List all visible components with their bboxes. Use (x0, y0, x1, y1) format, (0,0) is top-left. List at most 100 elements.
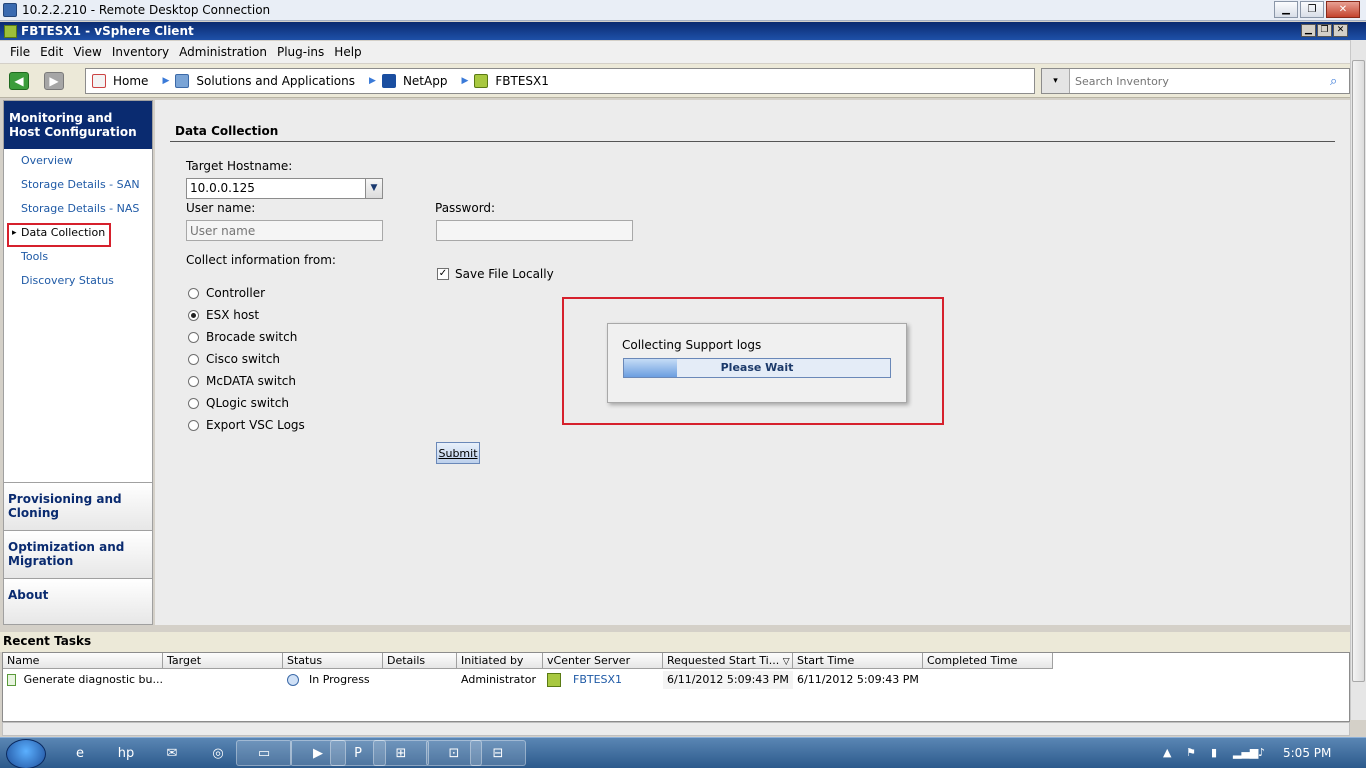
breadcrumb-home-label: Home (113, 74, 149, 88)
cell-target (163, 671, 283, 689)
radio-cisco-switch[interactable]: Cisco switch (188, 352, 280, 366)
section-about[interactable]: About (4, 578, 152, 624)
radio-controller-label: Controller (206, 286, 266, 300)
netapp-icon (381, 74, 396, 88)
vsphere-window-title: FBTESX1 - vSphere Client (21, 24, 194, 38)
search-scope-icon[interactable]: ▾ (1042, 69, 1070, 93)
mail-icon[interactable]: ✉ (152, 740, 192, 766)
network-icon[interactable]: ⊞ (373, 740, 429, 766)
cell-requested-start-time: 6/11/2012 5:09:43 PM (663, 671, 793, 689)
sidebar: Monitoring and Host Configuration Overvi… (3, 100, 153, 625)
vertical-scrollbar[interactable] (1350, 40, 1366, 720)
column-target[interactable]: Target (163, 653, 283, 669)
radio-controller[interactable]: Controller (188, 286, 265, 300)
submit-button[interactable]: Submit (436, 442, 480, 464)
collect-from-label: Collect information from: (186, 253, 336, 267)
cell-status: In Progress (283, 671, 383, 689)
hp-icon[interactable]: hp (106, 740, 146, 766)
sidebar-item-storage-san[interactable]: Storage Details - SAN (4, 173, 152, 197)
sidebar-item-storage-nas[interactable]: Storage Details - NAS (4, 197, 152, 221)
progress-dialog: Collecting Support logs Please Wait (607, 323, 907, 403)
column-requested-start-time[interactable]: Requested Start Ti... ▽ (663, 653, 793, 669)
close-button[interactable]: ✕ (1326, 1, 1360, 18)
breadcrumb-netapp[interactable]: NetApp (381, 74, 447, 88)
menu-administration[interactable]: Administration (179, 45, 267, 59)
breadcrumb-host[interactable]: FBTESX1 (474, 74, 549, 88)
sidebar-item-tools[interactable]: Tools (4, 245, 152, 269)
column-vcenter-server[interactable]: vCenter Server (543, 653, 663, 669)
tray-expand-icon[interactable]: ▲ (1163, 746, 1171, 759)
radio-brocade-switch[interactable]: Brocade switch (188, 330, 297, 344)
menu-file[interactable]: File (10, 45, 30, 59)
back-arrow-icon[interactable]: ◀ (9, 72, 29, 90)
signal-icon[interactable]: ▂▄▆ (1233, 746, 1258, 759)
media-icon[interactable]: ◎ (198, 740, 238, 766)
section-provisioning-cloning[interactable]: Provisioning and Cloning (4, 482, 152, 530)
radio-qlogic-switch[interactable]: QLogic switch (188, 396, 289, 410)
in-progress-icon (287, 674, 299, 686)
breadcrumb-separator-icon: ▶ (162, 76, 170, 86)
password-input[interactable] (436, 220, 633, 241)
scrollbar-thumb[interactable] (1352, 60, 1365, 682)
recent-tasks-header: Recent Tasks (0, 632, 1350, 652)
username-input[interactable] (186, 220, 383, 241)
inner-close-button[interactable]: ✕ (1333, 24, 1348, 37)
search-icon[interactable]: ⌕ (1330, 74, 1337, 89)
breadcrumb-solutions[interactable]: Solutions and Applications (175, 74, 355, 88)
minimize-button[interactable]: ▁ (1274, 1, 1298, 18)
radio-export-vsc-logs[interactable]: Export VSC Logs (188, 418, 305, 432)
target-hostname-label: Target Hostname: (186, 159, 293, 173)
clock[interactable]: 5:05 PM (1283, 746, 1331, 760)
inner-minimize-button[interactable]: ▁ (1301, 24, 1316, 37)
host-icon (547, 673, 561, 687)
inner-restore-button[interactable]: ❐ (1317, 24, 1332, 37)
vsphere-taskbar-icon[interactable]: ⊟ (470, 740, 526, 766)
breadcrumb: Home ▶ Solutions and Applications ▶ NetA… (85, 68, 1035, 94)
forward-arrow-icon[interactable]: ▶ (44, 72, 64, 90)
rdp-title-bar: 10.2.2.210 - Remote Desktop Connection ▁… (0, 0, 1366, 21)
cell-start-time: 6/11/2012 5:09:43 PM (797, 673, 919, 686)
section-optimization-migration[interactable]: Optimization and Migration (4, 530, 152, 578)
column-name[interactable]: Name (3, 653, 163, 669)
chevron-down-icon[interactable]: ▼ (365, 179, 382, 198)
column-initiated-by[interactable]: Initiated by (457, 653, 543, 669)
home-icon (92, 74, 106, 88)
radio-export-vsc-logs-label: Export VSC Logs (206, 418, 305, 432)
file-explorer-icon[interactable]: ▭ (236, 740, 292, 766)
volume-icon[interactable]: ♪ (1258, 746, 1265, 759)
radio-dot (188, 375, 199, 387)
search-input[interactable] (1070, 70, 1330, 92)
cell-vcenter-link[interactable]: FBTESX1 (573, 671, 622, 689)
menu-view[interactable]: View (73, 45, 101, 59)
battery-icon[interactable]: ▮ (1211, 746, 1217, 759)
radio-mcdata-switch-label: McDATA switch (206, 374, 296, 388)
radio-dot (188, 419, 199, 431)
target-hostname-select[interactable]: 10.0.0.125 ▼ (186, 178, 383, 199)
maximize-button[interactable]: ❐ (1300, 1, 1324, 18)
table-row[interactable]: Generate diagnostic bu... In Progress Ad… (3, 671, 1053, 689)
column-requested-start-time-label: Requested Start Ti... (667, 654, 780, 667)
table-header-row: Name Target Status Details Initiated by … (3, 653, 1053, 669)
column-start-time[interactable]: Start Time (793, 653, 923, 669)
sidebar-item-discovery-status[interactable]: Discovery Status (4, 269, 152, 293)
username-label: User name: (186, 201, 256, 215)
save-file-locally-checkbox[interactable]: ✓ Save File Locally (437, 267, 554, 281)
tray-flag-icon[interactable]: ⚑ (1186, 746, 1196, 759)
radio-esx-host[interactable]: ESX host (188, 308, 259, 322)
menu-edit[interactable]: Edit (40, 45, 63, 59)
cell-status-text: In Progress (309, 673, 370, 686)
breadcrumb-home[interactable]: Home (92, 74, 148, 88)
menu-inventory[interactable]: Inventory (112, 45, 169, 59)
radio-dot (188, 397, 199, 409)
column-details[interactable]: Details (383, 653, 457, 669)
sidebar-item-overview[interactable]: Overview (4, 149, 152, 173)
horizontal-scrollbar[interactable] (2, 722, 1350, 736)
internet-explorer-icon[interactable]: e (60, 740, 100, 766)
column-completed-time[interactable]: Completed Time (923, 653, 1053, 669)
column-status[interactable]: Status (283, 653, 383, 669)
radio-mcdata-switch[interactable]: McDATA switch (188, 374, 296, 388)
menu-plugins[interactable]: Plug-ins (277, 45, 324, 59)
menu-help[interactable]: Help (334, 45, 361, 59)
vsphere-title-bar: FBTESX1 - vSphere Client ▁ ❐ ✕ (0, 22, 1366, 40)
start-button[interactable] (6, 739, 46, 768)
